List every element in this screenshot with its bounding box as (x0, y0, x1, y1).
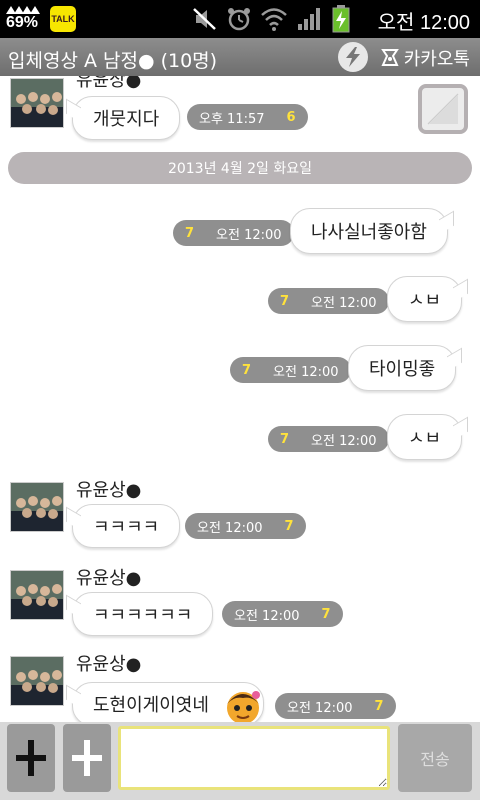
wifi-icon (261, 8, 287, 31)
message-meta: 7 오전 12:00 (268, 426, 389, 452)
plus-icon (16, 740, 46, 776)
chat-room-title[interactable]: 입체영상 A 남정● (10명) (8, 46, 217, 73)
kakaotalk-icon: TALK (50, 6, 76, 32)
image-thumbnail[interactable] (418, 84, 468, 134)
message-input[interactable] (118, 726, 390, 790)
unread-count: 6 (286, 109, 296, 125)
mute-icon (193, 8, 216, 30)
attach-button[interactable] (7, 724, 55, 792)
unread-count: 7 (280, 431, 290, 447)
cell-signal-icon (298, 8, 320, 30)
lightning-icon[interactable] (338, 42, 368, 72)
message-text: 도현이게이엿네 (93, 695, 209, 716)
message-bubble[interactable]: ㅅㅂ (387, 276, 463, 322)
avatar[interactable] (10, 78, 64, 128)
message-bubble[interactable]: 개뭇지다 (72, 96, 181, 140)
date-divider: 2013년 4월 2일 화요일 (8, 152, 472, 184)
sender-name: 유윤상● (76, 654, 142, 675)
chat-message-list[interactable]: 유윤상● 개뭇지다 오후 11:57 6 2013년 4월 2일 화요일 7 오… (0, 76, 480, 722)
sender-name: 유윤상● (76, 76, 142, 91)
emoticon-button[interactable] (63, 724, 111, 792)
message-bubble[interactable]: ㅅㅂ (387, 414, 463, 460)
unread-count: 7 (280, 293, 290, 309)
message-time: 오전 12:00 (216, 227, 282, 243)
unread-count: 7 (374, 698, 384, 714)
brand-label: 카카오톡 (403, 49, 470, 70)
chat-title-bar: 입체영상 A 남정● (10명) 카카오톡 (0, 38, 480, 76)
message-meta: 7 오전 12:00 (268, 288, 389, 314)
message-time: 오후 11:57 (199, 111, 265, 127)
message-time: 오전 12:00 (234, 608, 300, 624)
unread-count: 7 (284, 518, 294, 534)
emoticon-icon[interactable] (222, 686, 264, 722)
message-meta: 오후 11:57 6 (187, 104, 308, 130)
battery-percent: 69% (6, 14, 39, 31)
unread-count: 7 (185, 225, 195, 241)
message-bubble[interactable]: ㅋㅋㅋㅋㅋㅋ (72, 592, 214, 636)
message-time: 오전 12:00 (197, 520, 263, 536)
avatar[interactable] (10, 656, 64, 706)
message-bubble[interactable]: 나사실너좋아함 (290, 208, 448, 254)
alarm-icon (228, 8, 250, 31)
message-meta: 오전 12:00 7 (275, 693, 396, 719)
kakaotalk-brand: 카카오톡 (379, 45, 470, 71)
message-time: 오전 12:00 (273, 364, 339, 380)
avatar[interactable] (10, 570, 64, 620)
battery-charging-icon (332, 5, 350, 33)
message-time: 오전 12:00 (287, 700, 353, 716)
unread-count: 7 (242, 362, 252, 378)
status-time: 오전 12:00 (377, 12, 470, 34)
message-meta: 오전 12:00 7 (185, 513, 306, 539)
message-bubble[interactable]: ㅋㅋㅋㅋ (72, 504, 181, 548)
message-meta: 7 오전 12:00 (230, 357, 351, 383)
avatar[interactable] (10, 482, 64, 532)
message-time: 오전 12:00 (311, 295, 377, 311)
message-meta: 7 오전 12:00 (173, 220, 294, 246)
status-bar: 69% TALK 오전 12:00 (0, 0, 480, 38)
message-meta: 오전 12:00 7 (222, 601, 343, 627)
plus-icon (72, 740, 102, 776)
sender-name: 유윤상● (76, 480, 142, 501)
message-time: 오전 12:00 (311, 433, 377, 449)
message-input-bar: 전송 (0, 722, 480, 800)
status-icons (192, 5, 350, 33)
message-bubble[interactable]: 타이밍좋 (348, 345, 457, 391)
send-button[interactable]: 전송 (398, 724, 472, 792)
sender-name: 유윤상● (76, 568, 142, 589)
kakao-logo-icon (380, 49, 399, 66)
signal-icon (6, 6, 40, 14)
unread-count: 7 (321, 606, 331, 622)
